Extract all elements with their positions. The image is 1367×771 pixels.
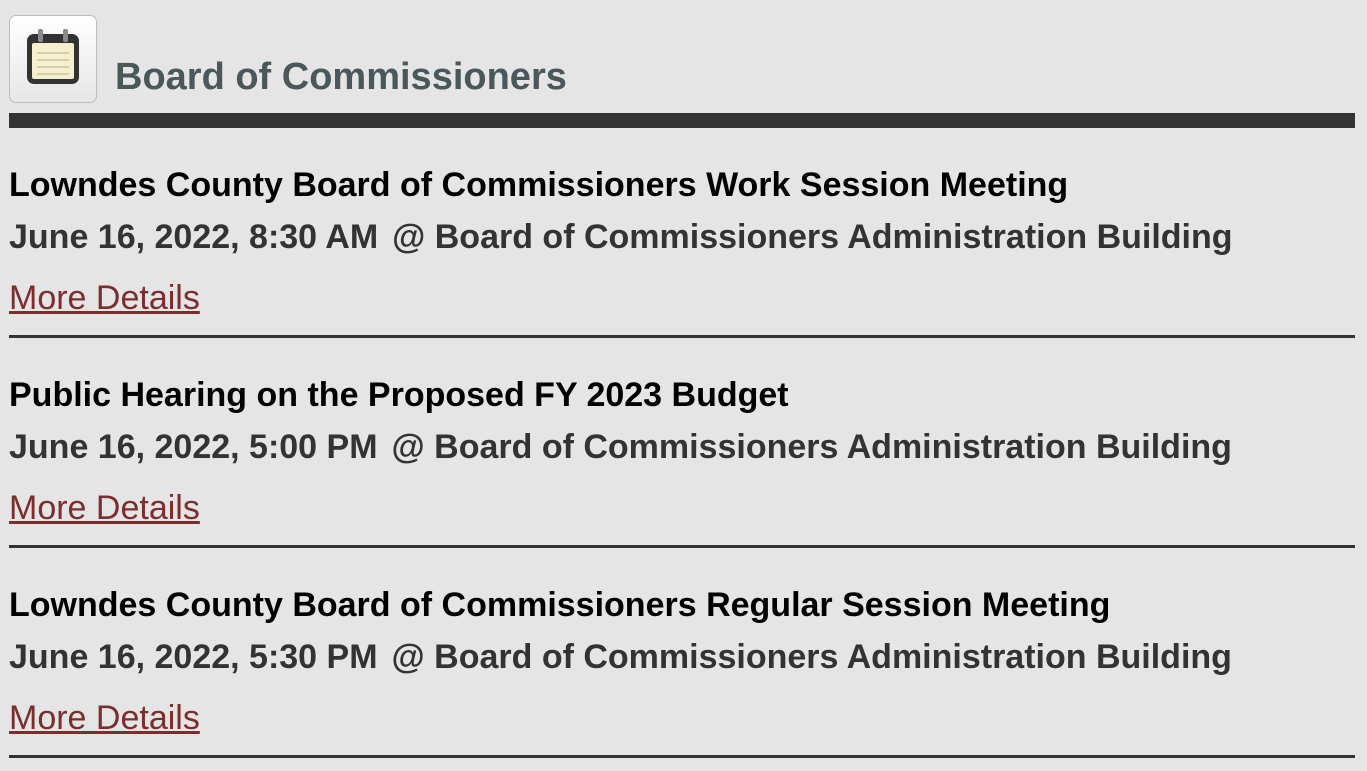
event-list: Lowndes County Board of Commissioners Wo… [9, 128, 1355, 758]
event-datetime-location: June 16, 2022, 5:30 PM @ Board of Commiss… [9, 637, 1232, 677]
event-title: Lowndes County Board of Commissioners Wo… [9, 166, 1069, 204]
event-datetime-location: June 16, 2022, 8:30 AM @ Board of Commiss… [9, 217, 1233, 257]
event-date: June 16, 2022, 5:00 PM [9, 428, 378, 466]
event-location: @ Board of Commissioners Administration … [392, 218, 1233, 256]
event-location: @ Board of Commissioners Administration … [391, 428, 1232, 466]
more-details-link[interactable]: More Details [9, 698, 200, 738]
event-date: June 16, 2022, 8:30 AM [9, 218, 379, 256]
event-datetime-location: June 16, 2022, 5:00 PM @ Board of Commiss… [9, 427, 1232, 467]
calendar-icon [9, 15, 97, 103]
widget-header: Board of Commissioners [9, 0, 1355, 128]
event-location: @ Board of Commissioners Administration … [391, 638, 1232, 676]
event-date: June 16, 2022, 5:30 PM [9, 638, 378, 676]
event-item: Lowndes County Board of Commissioners Re… [9, 548, 1355, 758]
event-title: Lowndes County Board of Commissioners Re… [9, 586, 1111, 624]
widget-title: Board of Commissioners [115, 56, 567, 98]
event-item: Public Hearing on the Proposed FY 2023 B… [9, 338, 1355, 548]
header-divider [9, 113, 1355, 128]
more-details-link[interactable]: More Details [9, 278, 200, 318]
event-item: Lowndes County Board of Commissioners Wo… [9, 128, 1355, 338]
event-title: Public Hearing on the Proposed FY 2023 B… [9, 376, 789, 414]
more-details-link[interactable]: More Details [9, 488, 200, 528]
calendar-widget: Board of Commissioners Lowndes County Bo… [9, 0, 1355, 758]
